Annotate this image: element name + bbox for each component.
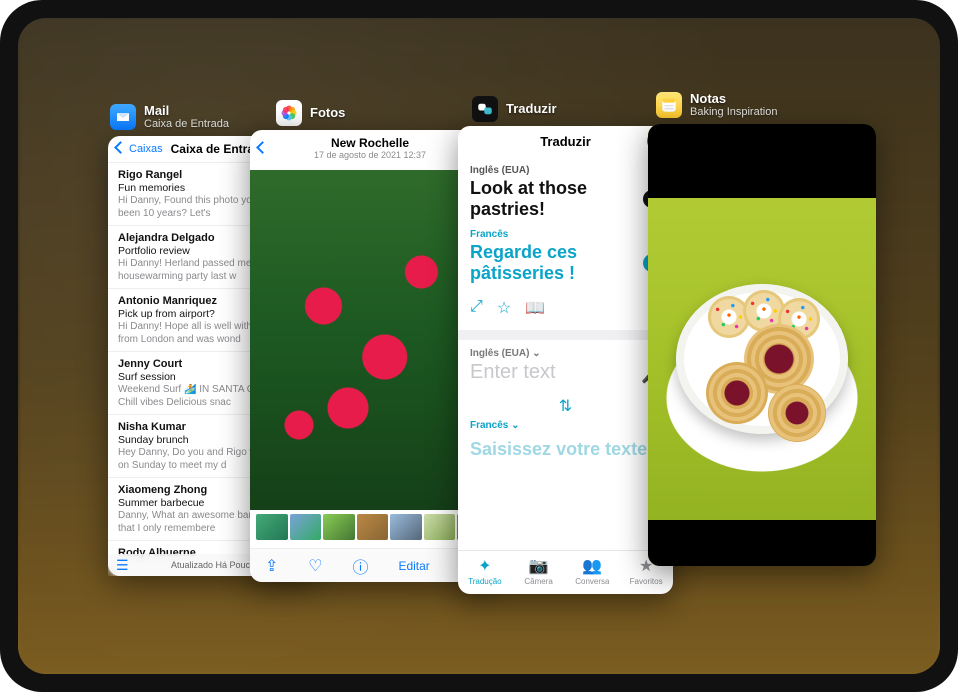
photo-thumbnail[interactable]	[357, 514, 389, 540]
switcher-card-notes[interactable]	[648, 124, 876, 566]
photos-location: New Rochelle	[314, 136, 426, 150]
swap-languages-icon[interactable]: ⇅	[458, 392, 673, 420]
edit-button[interactable]: Editar	[398, 559, 429, 573]
input-lang-label[interactable]: Inglês (EUA) ⌄	[470, 348, 661, 359]
mail-back-label: Caixas	[129, 143, 163, 155]
mail-status: Atualizado Há Pouco	[171, 560, 255, 570]
notes-letterbox-top	[648, 124, 876, 198]
input-placeholder: Enter text	[470, 361, 556, 383]
translate-output-block: Francês ⌄	[458, 420, 673, 439]
app-switcher-screen[interactable]: Mail Caixa de Entrada Fotos Traduzir	[18, 18, 940, 674]
photo-thumbnail[interactable]	[390, 514, 422, 540]
mail-filter-icon[interactable]: ☰	[116, 557, 129, 574]
translate-input[interactable]: Enter text 🎤	[470, 361, 661, 384]
tab-câmera[interactable]: 📷 Câmera	[512, 551, 566, 594]
source-text-value: Look at those pastries!	[470, 178, 587, 219]
tab-label: Tradução	[468, 577, 502, 586]
output-placeholder: Saisissez votre texte	[470, 439, 647, 459]
favorite-icon[interactable]: ☆	[497, 298, 511, 318]
share-icon[interactable]: ⇪	[265, 556, 278, 576]
target-text-value: Regarde ces pâtisseries !	[470, 242, 577, 283]
target-lang-label[interactable]: Francês	[470, 229, 661, 240]
translate-title: Traduzir	[540, 134, 591, 149]
switcher-label-title: Mail	[144, 104, 229, 118]
tab-label: Câmera	[524, 577, 552, 586]
cookie-illustration	[768, 384, 826, 442]
dictionary-icon[interactable]: 📖	[525, 298, 545, 318]
translate-input-block: Inglês (EUA) ⌄ Enter text 🎤	[458, 340, 673, 392]
mail-back-button[interactable]: Caixas	[116, 143, 163, 155]
switcher-label-subtitle: Baking Inspiration	[690, 106, 777, 118]
switcher-label-title: Traduzir	[506, 102, 557, 116]
mail-app-icon	[110, 104, 136, 130]
tab-tradução[interactable]: ✦ Tradução	[458, 551, 512, 594]
translate-action-row: ⤢ ☆ 📖	[458, 292, 673, 330]
target-text: Regarde ces pâtisseries !	[470, 242, 661, 283]
switcher-label-subtitle: Caixa de Entrada	[144, 118, 229, 130]
switcher-label-title: Fotos	[310, 106, 345, 120]
tab-icon: ✦	[478, 559, 491, 575]
switcher-label-title: Notas	[690, 92, 777, 106]
notes-letterbox-bottom	[648, 520, 876, 566]
switcher-label-mail: Mail Caixa de Entrada	[110, 104, 229, 130]
translate-tabbar: ✦Tradução📷Câmera👥Conversa★Favoritos	[458, 550, 673, 594]
tab-label: Conversa	[575, 577, 609, 586]
notes-app-icon	[656, 92, 682, 118]
translate-result-block: Inglês (EUA) Look at those pastries! Fra…	[458, 157, 673, 292]
photos-back-button[interactable]	[258, 139, 269, 157]
tab-label: Favoritos	[630, 577, 663, 586]
translate-app-icon	[472, 96, 498, 122]
switcher-label-notes: Notas Baking Inspiration	[656, 92, 777, 118]
photo-thumbnail[interactable]	[256, 514, 288, 540]
tab-conversa[interactable]: 👥 Conversa	[566, 551, 620, 594]
info-icon[interactable]: ⓘ	[353, 554, 369, 578]
ipad-frame: Mail Caixa de Entrada Fotos Traduzir	[0, 0, 958, 692]
source-lang-label[interactable]: Inglês (EUA)	[470, 165, 661, 176]
translate-navbar: Traduzir ⋯	[458, 126, 673, 157]
output-lang-label[interactable]: Francês ⌄	[470, 420, 661, 431]
source-text: Look at those pastries!	[470, 178, 661, 219]
photos-datetime: 17 de agosto de 2021 12:37	[314, 150, 426, 160]
photos-app-icon	[276, 100, 302, 126]
photo-thumbnail[interactable]	[290, 514, 322, 540]
chevron-left-icon	[116, 143, 127, 155]
translate-output[interactable]: Saisissez votre texte 🎤	[458, 439, 673, 468]
tab-icon: 📷	[529, 559, 549, 575]
cookie-illustration	[706, 362, 768, 424]
photo-thumbnail[interactable]	[424, 514, 456, 540]
photo-thumbnail[interactable]	[323, 514, 355, 540]
favorite-icon[interactable]: ♡	[308, 556, 322, 576]
divider	[458, 330, 673, 340]
switcher-card-translate[interactable]: Traduzir ⋯ Inglês (EUA) Look at those pa…	[458, 126, 673, 594]
tab-icon: 👥	[582, 559, 602, 575]
switcher-label-photos: Fotos	[276, 100, 345, 126]
expand-icon[interactable]: ⤢	[470, 298, 483, 318]
switcher-label-translate: Traduzir	[472, 96, 557, 122]
